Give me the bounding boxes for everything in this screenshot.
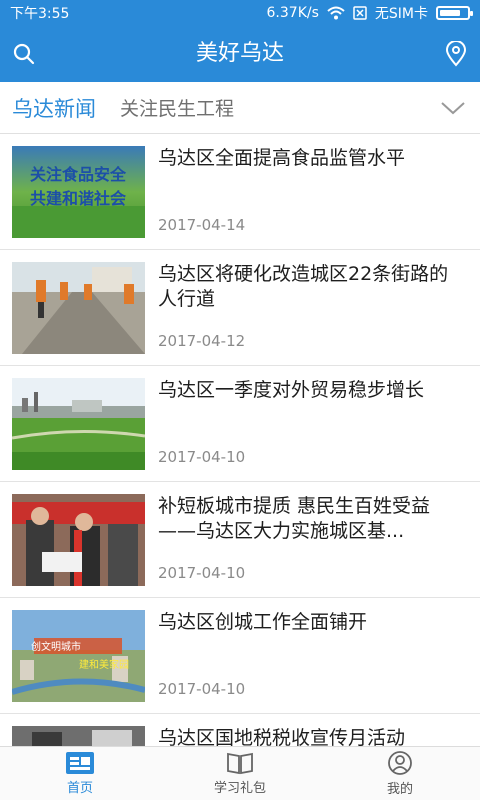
- no-sim-icon: [353, 6, 367, 20]
- news-item[interactable]: 乌达区国地税税收宣传月活动: [0, 714, 480, 746]
- news-thumbnail: 关注食品安全 共建和谐社会: [12, 146, 145, 238]
- news-list: 关注食品安全 共建和谐社会 乌达区全面提高食品监管水平 2017-04-14 乌…: [0, 134, 480, 746]
- user-icon: [388, 751, 412, 775]
- page-title: 美好乌达: [195, 41, 284, 66]
- location-pin-icon: [445, 41, 467, 67]
- wifi-icon: [327, 6, 345, 20]
- sim-text: 无SIM卡: [374, 6, 428, 22]
- news-date: 2017-04-10: [158, 680, 246, 698]
- app-header: 美好乌达: [0, 26, 480, 82]
- news-thumbnail: [12, 262, 145, 354]
- news-thumbnail: 创文明城市 建和美家园: [12, 610, 145, 702]
- news-thumbnail: [12, 494, 145, 586]
- location-button[interactable]: [438, 36, 474, 72]
- chevron-down-icon[interactable]: [440, 96, 466, 120]
- news-title: 补短板城市提质 惠民生百姓受益 ——乌达区大力实施城区基...: [158, 495, 431, 542]
- news-item[interactable]: 补短板城市提质 惠民生百姓受益 ——乌达区大力实施城区基... 2017-04-…: [0, 482, 480, 598]
- news-date: 2017-04-10: [158, 564, 246, 582]
- nav-study-pack-label: 学习礼包: [213, 781, 266, 796]
- news-title: 乌达区将硬化改造城区22条街路的人行道: [158, 263, 449, 310]
- tab-livelihood-projects[interactable]: 关注民生工程: [108, 94, 246, 121]
- nav-home-label: 首页: [66, 781, 93, 796]
- svg-text:创文明城市: 创文明城市: [31, 640, 81, 653]
- news-title: 乌达区国地税税收宣传月活动: [158, 727, 406, 746]
- news-date: 2017-04-12: [158, 332, 246, 350]
- news-item[interactable]: 创文明城市 建和美家园 乌达区创城工作全面铺开 2017-04-10: [0, 598, 480, 714]
- svg-text:共建和谐社会: 共建和谐社会: [30, 189, 126, 208]
- news-title: 乌达区一季度对外贸易稳步增长: [158, 379, 425, 401]
- battery-icon: [436, 6, 473, 20]
- network-speed: 6.37K/s: [266, 5, 319, 21]
- nav-mine-label: 我的: [386, 782, 413, 797]
- news-date: 2017-04-10: [158, 448, 246, 466]
- home-news-icon: [66, 752, 94, 774]
- book-icon: [227, 752, 253, 775]
- news-title: 乌达区创城工作全面铺开: [158, 611, 368, 633]
- nav-mine[interactable]: 我的: [320, 747, 480, 800]
- status-bar: 下午3:55 6.37K/s 无SIM卡: [0, 0, 480, 26]
- nav-study-pack[interactable]: 学习礼包: [160, 747, 320, 800]
- svg-text:建和美家园: 建和美家园: [79, 658, 129, 671]
- status-time: 下午3:55: [10, 6, 70, 22]
- news-item[interactable]: 关注食品安全 共建和谐社会 乌达区全面提高食品监管水平 2017-04-14: [0, 134, 480, 250]
- news-date: 2017-04-14: [158, 216, 246, 234]
- category-tabs: 乌达新闻 关注民生工程: [0, 82, 480, 134]
- news-item[interactable]: 乌达区将硬化改造城区22条街路的人行道 2017-04-12: [0, 250, 480, 366]
- news-thumbnail: [12, 378, 145, 470]
- nav-home[interactable]: 首页: [0, 747, 160, 800]
- news-title: 乌达区全面提高食品监管水平: [158, 147, 406, 169]
- tab-wuda-news[interactable]: 乌达新闻: [0, 93, 108, 123]
- news-thumbnail: [12, 726, 145, 746]
- status-right: 6.37K/s 无SIM卡: [266, 3, 473, 23]
- svg-text:关注食品安全: 关注食品安全: [30, 165, 127, 184]
- news-item[interactable]: 乌达区一季度对外贸易稳步增长 2017-04-10: [0, 366, 480, 482]
- bottom-navigation: 首页 学习礼包 我的: [0, 746, 480, 800]
